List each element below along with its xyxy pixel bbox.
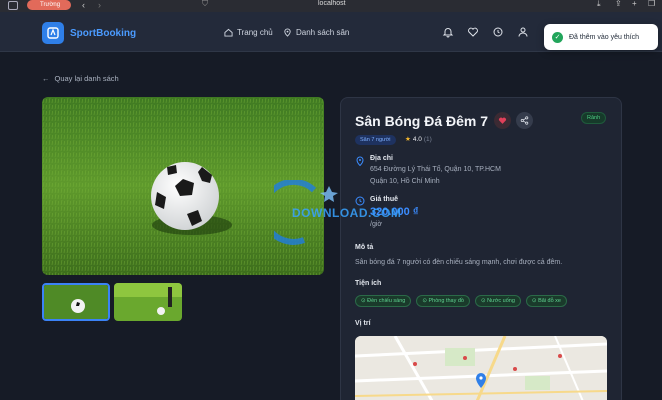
share-nodes-icon xyxy=(520,116,529,125)
toast-message: Đã thêm vào yêu thích xyxy=(569,33,640,41)
thumbnail-2[interactable] xyxy=(114,283,182,321)
favorite-button[interactable] xyxy=(494,112,511,129)
sidebar-toggle-icon[interactable] xyxy=(8,1,18,10)
brand-name[interactable]: SportBooking xyxy=(70,28,136,39)
status-badge: Rảnh xyxy=(581,112,607,124)
address-bar[interactable]: localhost xyxy=(318,0,346,7)
amenity-chip: ⊙ Bãi đỗ xe xyxy=(525,295,567,307)
location-pin-icon xyxy=(356,156,364,166)
nav-field-list[interactable]: Danh sách sân xyxy=(283,28,349,37)
nav-field-list-label: Danh sách sân xyxy=(296,28,350,37)
amenity-chip: ⊙ Nước uống xyxy=(475,295,521,307)
rating-value: 4.0 xyxy=(412,135,422,143)
share-icon[interactable]: ⇪ xyxy=(615,0,622,8)
forward-arrow-icon[interactable]: › xyxy=(98,0,101,10)
address-label: Địa chỉ xyxy=(370,155,393,162)
heart-icon[interactable] xyxy=(467,26,479,38)
amenity-chip: ⊙ Phòng thay đồ xyxy=(416,295,470,307)
rating-count: (1) xyxy=(423,135,432,143)
address-line-1: 654 Đường Lý Thái Tổ, Quận 10, TP.HCM xyxy=(370,166,501,173)
arrow-left-icon: ← xyxy=(42,74,50,83)
field-type-badge: Sân 7 người xyxy=(355,135,396,145)
shield-icon[interactable]: ⛉ xyxy=(202,0,208,9)
map-pin-icon xyxy=(284,28,291,37)
nav-home[interactable]: Trang chủ xyxy=(224,28,273,37)
toast-notification: ✓ Đã thêm vào yêu thích xyxy=(544,24,658,50)
back-to-list-link[interactable]: ← Quay lại danh sách xyxy=(42,74,119,83)
star-icon: ★ xyxy=(405,136,411,143)
new-tab-icon[interactable]: + xyxy=(632,0,637,8)
share-button[interactable] xyxy=(516,112,533,129)
user-icon[interactable] xyxy=(517,26,529,38)
rating: ★ 4.0 (1) xyxy=(405,135,432,144)
location-map[interactable] xyxy=(355,336,607,400)
location-label: Vị trí xyxy=(355,320,371,327)
history-icon[interactable] xyxy=(492,26,504,38)
thumbnail-1[interactable] xyxy=(42,283,110,321)
heart-filled-icon xyxy=(498,117,507,124)
amenities-label: Tiện ích xyxy=(355,280,382,287)
tabs-overview-icon[interactable]: ❐ xyxy=(648,0,655,8)
logo-icon[interactable] xyxy=(42,22,64,44)
bell-icon[interactable] xyxy=(442,26,454,38)
back-link-label: Quay lại danh sách xyxy=(54,74,119,83)
amenities-list: ⊙ Đèn chiếu sáng ⊙ Phòng thay đồ ⊙ Nước … xyxy=(355,295,567,307)
browser-profile-button[interactable]: Trường xyxy=(27,0,71,10)
browser-toolbar: Trường ‹ › ⛉ localhost ⤓ ⇪ + ❐ xyxy=(0,0,662,12)
field-title: Sân Bóng Đá Đêm 7 xyxy=(355,113,489,129)
profile-label: Trường xyxy=(40,2,61,8)
back-arrow-icon[interactable]: ‹ xyxy=(82,0,85,10)
description-text: Sân bóng đá 7 người có đèn chiếu sáng mạ… xyxy=(355,259,563,266)
amenity-chip: ⊙ Đèn chiếu sáng xyxy=(355,295,412,307)
download-icon[interactable]: ⤓ xyxy=(597,0,601,9)
home-icon xyxy=(224,28,233,37)
nav-home-label: Trang chủ xyxy=(237,28,273,37)
success-check-icon: ✓ xyxy=(552,31,563,43)
watermark-text: DOWNLOAD.COM xyxy=(292,206,402,220)
